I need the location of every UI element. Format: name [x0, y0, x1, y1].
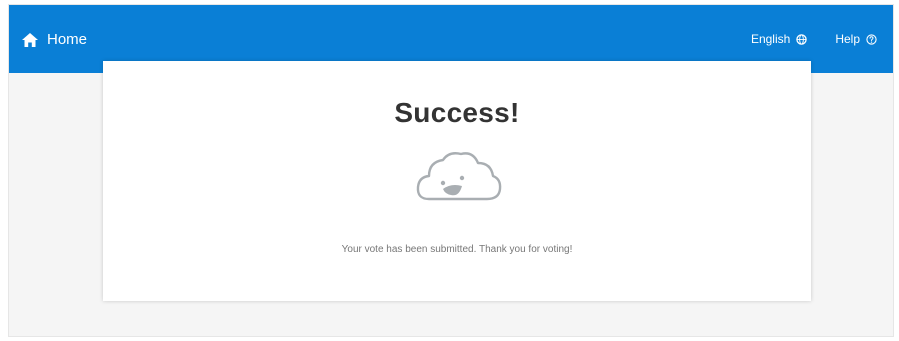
confirmation-message: Your vote has been submitted. Thank you …	[341, 244, 573, 255]
browser-page: Home English Help Success! Your vote has…	[8, 4, 894, 337]
question-circle-icon	[860, 33, 877, 45]
home-link[interactable]: Home	[21, 32, 87, 48]
help-link[interactable]: Help	[835, 32, 877, 46]
home-icon	[21, 32, 39, 48]
language-selector[interactable]: English	[750, 32, 808, 46]
help-label: Help	[835, 32, 860, 46]
globe-icon	[790, 33, 808, 45]
success-title: Success!	[394, 97, 520, 128]
header-actions: English Help	[751, 32, 877, 46]
language-label: English	[750, 32, 791, 46]
home-label: Home	[47, 31, 88, 48]
smiling-cloud-icon	[415, 149, 503, 207]
success-card: Success! Your vote has been submitted. T…	[103, 61, 811, 301]
